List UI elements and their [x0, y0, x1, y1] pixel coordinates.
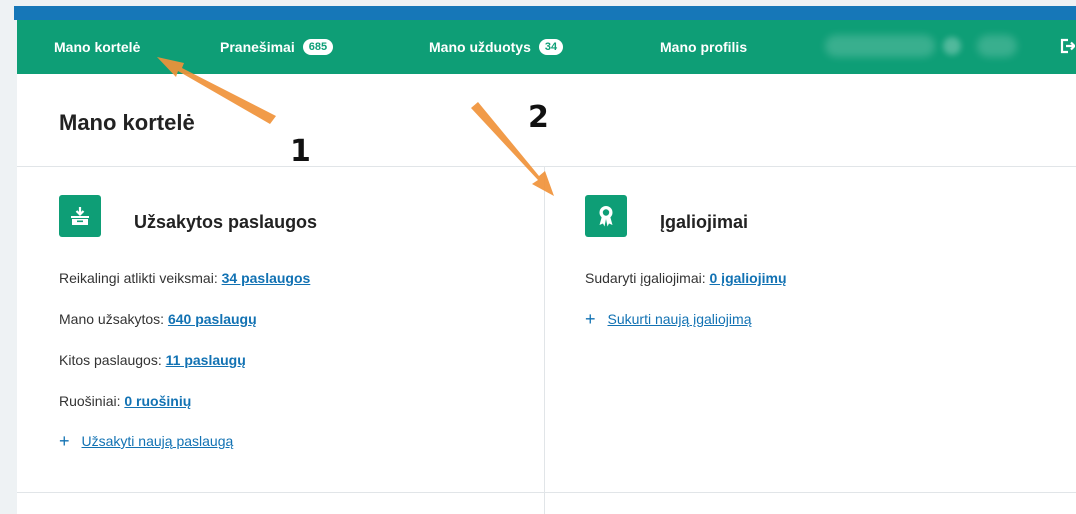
plus-icon: + [59, 431, 70, 451]
blurred-nav-item[interactable] [977, 35, 1017, 57]
nav-item-pranesimai[interactable]: Pranešimai 685 [220, 20, 334, 74]
authorizations-count-link[interactable]: 0 įgaliojimų [710, 270, 787, 286]
my-ordered-services-link[interactable]: 640 paslaugų [168, 311, 257, 327]
notification-count-badge: 685 [302, 39, 334, 55]
nav-item-mano-uzduotys[interactable]: Mano užduotys 34 [429, 20, 564, 74]
annotation-marker-1: 1 [290, 134, 311, 169]
plus-icon: + [585, 309, 596, 329]
row-label: Kitos paslaugos: [59, 352, 162, 368]
card-row: Mano užsakytos: 640 paslaugų [59, 311, 257, 327]
order-new-service-link[interactable]: + Užsakyti naują paslaugą [59, 431, 234, 451]
nav-item-label: Mano užduotys [429, 39, 531, 55]
add-link-label: Sukurti naują įgaliojimą [607, 311, 752, 327]
card-row: Ruošiniai: 0 ruošinių [59, 393, 191, 409]
row-label: Ruošiniai: [59, 393, 121, 409]
card-row: Sudaryti įgaliojimai: 0 įgaliojimų [585, 270, 787, 286]
row-label: Mano užsakytos: [59, 311, 165, 327]
annotation-marker-2: 2 [528, 100, 549, 135]
row-label: Reikalingi atlikti veiksmai: [59, 270, 218, 286]
main-content: Mano kortelė Užsakytos paslaugos Reikali… [17, 74, 1076, 514]
page-title: Mano kortelė [59, 110, 195, 135]
top-strip [14, 6, 1076, 20]
logout-icon[interactable] [1059, 37, 1075, 55]
inbox-download-icon [59, 195, 101, 237]
blurred-user-avatar [943, 37, 961, 55]
header-divider [17, 166, 1076, 167]
card-row: Kitos paslaugos: 11 paslaugų [59, 352, 246, 368]
required-actions-link[interactable]: 34 paslaugos [222, 270, 311, 286]
task-count-badge: 34 [538, 39, 564, 55]
award-ribbon-icon [585, 195, 627, 237]
drafts-link[interactable]: 0 ruošinių [124, 393, 191, 409]
add-link-label: Užsakyti naują paslaugą [81, 433, 234, 449]
create-new-authorization-link[interactable]: + Sukurti naują įgaliojimą [585, 309, 752, 329]
blurred-user-name[interactable] [825, 35, 935, 57]
nav-item-label: Mano kortelė [54, 39, 141, 55]
browser-frame: Mano kortelė Pranešimai 685 Mano užduoty… [0, 0, 1076, 514]
nav-item-mano-kortele[interactable]: Mano kortelė [54, 20, 140, 74]
row-label: Sudaryti įgaliojimai: [585, 270, 706, 286]
top-navbar: Mano kortelė Pranešimai 685 Mano užduoty… [17, 20, 1076, 74]
card-title: Užsakytos paslaugos [134, 212, 318, 232]
nav-item-label: Pranešimai [220, 39, 295, 55]
card-divider [544, 167, 545, 514]
bottom-divider [17, 492, 1076, 493]
nav-item-label: Mano profilis [660, 39, 748, 55]
other-services-link[interactable]: 11 paslaugų [166, 352, 246, 368]
card-title: Įgaliojimai [660, 212, 749, 232]
nav-item-mano-profilis[interactable]: Mano profilis [660, 20, 747, 74]
card-row: Reikalingi atlikti veiksmai: 34 paslaugo… [59, 270, 310, 286]
